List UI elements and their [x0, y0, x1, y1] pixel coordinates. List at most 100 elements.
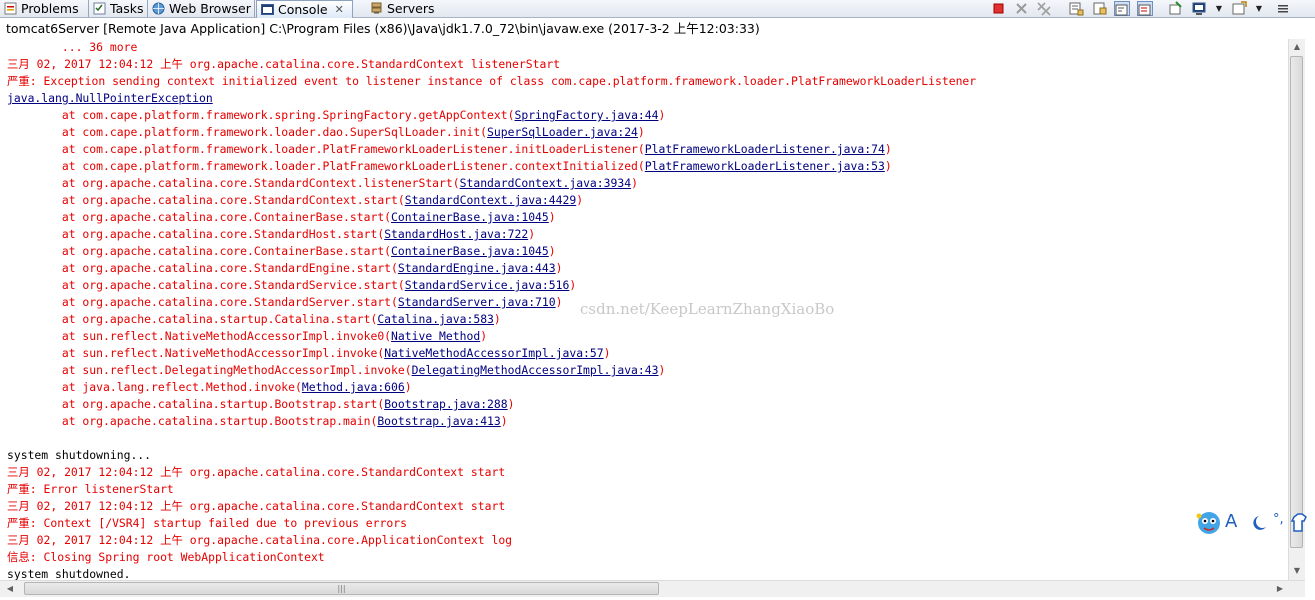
console-line: 严重: Exception sending context initialize… — [7, 73, 976, 90]
open-console-icon[interactable] — [1232, 1, 1248, 16]
console-text: at com.cape.platform.framework.spring.Sp… — [7, 108, 515, 122]
console-text: system shutdowned. — [7, 567, 131, 580]
tab-servers[interactable]: Servers — [366, 0, 438, 17]
console-text: ) — [658, 363, 666, 377]
console-text: ) — [404, 380, 412, 394]
stacktrace-link[interactable]: StandardContext.java:3934 — [460, 176, 631, 190]
console-line: 信息: Closing Spring root WebApplicationCo… — [7, 549, 976, 566]
stacktrace-link[interactable]: NativeMethodAccessorImpl.java:57 — [384, 346, 603, 360]
horizontal-scroll-thumb[interactable]: ||| — [24, 582, 659, 595]
console-line: at org.apache.catalina.core.ContainerBas… — [7, 243, 976, 260]
console-text: ... 36 more — [7, 40, 138, 54]
scroll-down-arrow-icon[interactable]: ▼ — [1289, 563, 1305, 579]
stacktrace-link[interactable]: StandardService.java:516 — [405, 278, 570, 292]
console-text: at org.apache.catalina.core.StandardCont… — [7, 193, 405, 207]
close-icon[interactable]: ✕ — [335, 3, 344, 16]
stacktrace-link[interactable]: Catalina.java:583 — [377, 312, 494, 326]
console-text: at sun.reflect.NativeMethodAccessorImpl.… — [7, 329, 392, 343]
console-text: ) — [658, 108, 666, 122]
console-text: at org.apache.catalina.core.StandardServ… — [7, 295, 398, 309]
tab-web-browser[interactable]: Web Browser — [148, 0, 255, 17]
console-line: at org.apache.catalina.core.ContainerBas… — [7, 209, 976, 226]
console-line: at org.apache.catalina.startup.Bootstrap… — [7, 413, 976, 430]
console-text: ) — [548, 244, 556, 258]
tab-problems[interactable]: Problems — [0, 0, 89, 17]
console-line: system shutdowning... — [7, 447, 976, 464]
stacktrace-link[interactable]: SpringFactory.java:44 — [514, 108, 658, 122]
tab-console[interactable]: Console ✕ — [256, 0, 353, 18]
console-line: at com.cape.platform.framework.loader.Pl… — [7, 158, 976, 175]
stacktrace-link[interactable]: PlatFrameworkLoaderListener.java:74 — [645, 142, 885, 156]
stacktrace-link[interactable]: Method.java:606 — [302, 380, 405, 394]
console-line: 三月 02, 2017 12:04:12 上午 org.apache.catal… — [7, 56, 976, 73]
remove-all-icon[interactable] — [1036, 1, 1052, 16]
console-text: at com.cape.platform.framework.loader.Pl… — [7, 159, 645, 173]
remove-launch-icon[interactable] — [1014, 1, 1030, 16]
console-line: java.lang.NullPointerException — [7, 90, 976, 107]
console-output[interactable]: ... 36 more 三月 02, 2017 12:04:12 上午 org.a… — [0, 39, 1288, 580]
console-text: 严重: Error listenerStart — [7, 482, 174, 496]
console-text: at java.lang.reflect.Method.invoke( — [7, 380, 302, 394]
show-on-output-icon[interactable] — [1137, 1, 1153, 16]
console-text: at sun.reflect.NativeMethodAccessorImpl.… — [7, 346, 385, 360]
stacktrace-link[interactable]: StandardEngine.java:443 — [398, 261, 556, 275]
display-console-icon[interactable] — [1192, 1, 1208, 16]
console-text: system shutdowning... — [7, 448, 152, 462]
stacktrace-link[interactable]: PlatFrameworkLoaderListener.java:53 — [645, 159, 885, 173]
console-text: 严重: Exception sending context initialize… — [7, 74, 977, 88]
vertical-scroll-thumb[interactable] — [1290, 56, 1303, 548]
pin-console-icon[interactable] — [1168, 1, 1184, 16]
view-tab-bar: Problems Tasks Web Browser Console ✕ Ser… — [0, 0, 1315, 18]
ime-toolbar[interactable]: A °, — [1195, 510, 1310, 536]
dropdown-icon[interactable]: ▼ — [1211, 1, 1227, 16]
ime-punct-label[interactable]: °, — [1273, 512, 1284, 527]
console-line: at org.apache.catalina.startup.Bootstrap… — [7, 396, 976, 413]
stacktrace-link[interactable]: Native Method — [391, 329, 480, 343]
console-text: ) — [507, 397, 515, 411]
stacktrace-link[interactable]: StandardHost.java:722 — [384, 227, 528, 241]
scroll-right-arrow-icon[interactable]: ▶ — [1272, 581, 1288, 597]
stacktrace-link[interactable]: Bootstrap.java:288 — [384, 397, 507, 411]
clear-console-icon[interactable] — [1068, 1, 1084, 16]
console-text: at sun.reflect.DelegatingMethodAccessorI… — [7, 363, 412, 377]
scroll-up-arrow-icon[interactable]: ▲ — [1289, 39, 1305, 55]
dropdown-icon[interactable]: ▼ — [1251, 1, 1267, 16]
console-line: 严重: Context [/VSR4] startup failed due t… — [7, 515, 976, 532]
word-wrap-icon[interactable] — [1114, 1, 1130, 16]
stacktrace-link[interactable]: Bootstrap.java:413 — [377, 414, 500, 428]
problems-icon — [4, 2, 17, 15]
console-text: at org.apache.catalina.core.ContainerBas… — [7, 244, 392, 258]
stacktrace-link[interactable]: java.lang.NullPointerException — [7, 91, 213, 105]
console-icon — [261, 3, 274, 16]
console-text: ) — [576, 193, 584, 207]
scroll-lock-icon[interactable] — [1092, 1, 1108, 16]
stacktrace-link[interactable]: StandardServer.java:710 — [398, 295, 556, 309]
servers-icon — [370, 2, 383, 15]
watermark: csdn.net/KeepLearnZhangXiaoBo — [580, 300, 835, 318]
stacktrace-link[interactable]: DelegatingMethodAccessorImpl.java:43 — [412, 363, 659, 377]
moon-icon — [1253, 516, 1266, 530]
console-line: at org.apache.catalina.core.StandardHost… — [7, 226, 976, 243]
stacktrace-link[interactable]: StandardContext.java:4429 — [405, 193, 576, 207]
ime-mode-label[interactable]: A — [1225, 511, 1237, 532]
console-line: system shutdowned. — [7, 566, 976, 580]
console-line: 三月 02, 2017 12:04:12 上午 org.apache.catal… — [7, 464, 976, 481]
terminate-icon[interactable] — [991, 1, 1007, 16]
vertical-scrollbar[interactable]: ▲ ▼ — [1288, 39, 1305, 580]
console-line: at org.apache.catalina.core.StandardCont… — [7, 192, 976, 209]
view-menu-icon[interactable] — [1275, 1, 1291, 16]
console-text: 三月 02, 2017 12:04:12 上午 org.apache.catal… — [7, 533, 513, 547]
console-line: at org.apache.catalina.core.StandardServ… — [7, 277, 976, 294]
stacktrace-link[interactable]: ContainerBase.java:1045 — [391, 244, 549, 258]
scroll-left-arrow-icon[interactable]: ◀ — [2, 581, 18, 597]
tab-tasks[interactable]: Tasks — [89, 0, 148, 17]
console-line: at com.cape.platform.framework.loader.da… — [7, 124, 976, 141]
tab-label: Console — [278, 2, 328, 17]
console-line: at org.apache.catalina.core.StandardEngi… — [7, 260, 976, 277]
stacktrace-link[interactable]: ContainerBase.java:1045 — [391, 210, 549, 224]
horizontal-scrollbar[interactable]: ◀ ||| ▶ — [0, 580, 1305, 597]
console-line: at com.cape.platform.framework.loader.Pl… — [7, 141, 976, 158]
stacktrace-link[interactable]: SuperSqlLoader.java:24 — [487, 125, 638, 139]
console-text: ) — [603, 346, 611, 360]
ime-toolbar-graphic — [1196, 512, 1307, 534]
